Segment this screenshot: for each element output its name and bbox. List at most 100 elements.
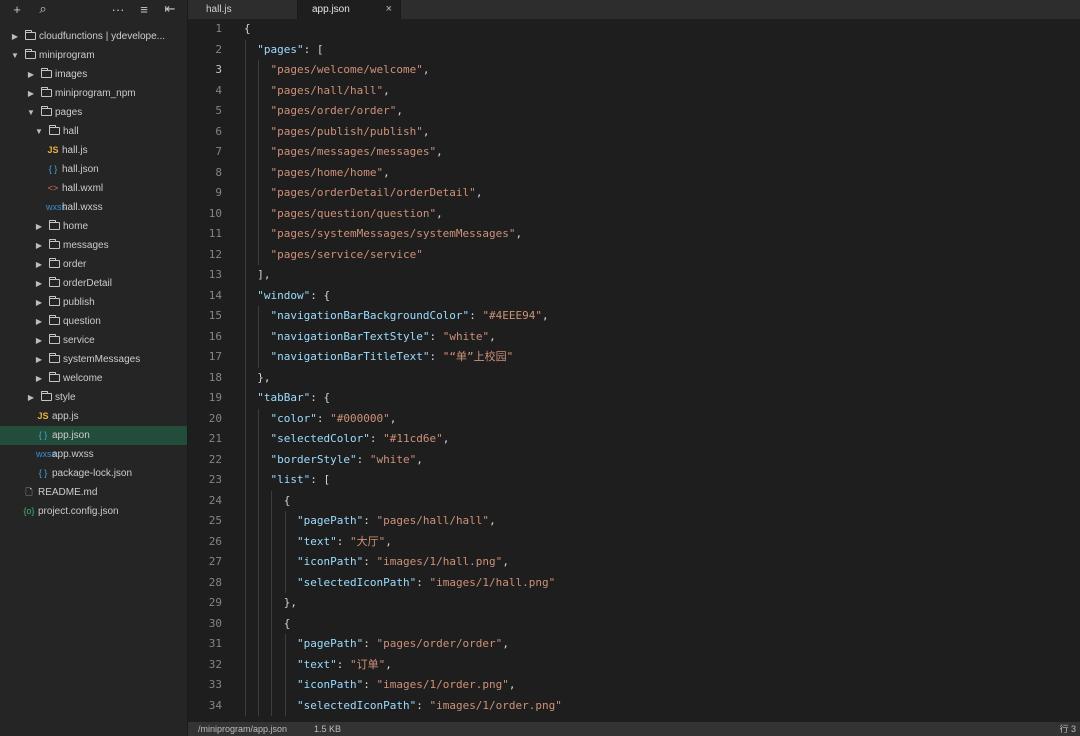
tree-item-label: messages xyxy=(63,240,109,251)
indent-guide xyxy=(258,306,260,368)
tree-item-label: hall.wxss xyxy=(62,202,103,213)
tree-item[interactable]: ▶ style xyxy=(0,388,187,407)
chevron-right-icon[interactable]: ▶ xyxy=(26,65,36,84)
code-text: "navigationBarTitleText": "“单”上校园" xyxy=(270,350,514,363)
line-number: 30 xyxy=(208,616,222,630)
line-number: 11 xyxy=(208,227,222,240)
chevron-right-icon[interactable]: ▶ xyxy=(34,217,44,236)
document-icon: 🗋 xyxy=(25,487,33,497)
tree-item[interactable]: JS app.js xyxy=(0,407,187,426)
tree-item[interactable]: ▶ images xyxy=(0,65,187,84)
tree-item-label: miniprogram_npm xyxy=(55,88,136,99)
tree-item[interactable]: <> hall.wxml xyxy=(0,179,187,198)
line-number: 15 xyxy=(208,309,222,322)
tab-hall-js[interactable]: hall.js xyxy=(188,0,298,19)
tree-item-label: project.config.json xyxy=(38,506,119,517)
tree-item[interactable]: 🗋 README.md xyxy=(0,483,187,502)
tree-item[interactable]: ▶ home xyxy=(0,217,187,236)
code-line: 20 "color": "#000000", xyxy=(188,409,1080,430)
tree-item[interactable]: ▼ hall xyxy=(0,122,187,141)
code-line: 7 "pages/messages/messages", xyxy=(188,142,1080,163)
tree-item-label: orderDetail xyxy=(63,278,112,289)
folder-icon xyxy=(47,312,61,331)
code-text: "pages/publish/publish", xyxy=(270,124,430,138)
chevron-right-icon[interactable]: ▶ xyxy=(26,84,36,103)
folder-icon xyxy=(39,65,53,84)
tree-item[interactable]: ▼ pages xyxy=(0,103,187,122)
code-text: "pages/systemMessages/systemMessages", xyxy=(270,227,523,240)
chevron-down-icon[interactable]: ▼ xyxy=(26,103,36,122)
line-number: 1 xyxy=(215,22,222,35)
tree-item[interactable]: ▶ cloudfunctions | ydevelope... xyxy=(0,27,187,46)
chevron-right-icon[interactable]: ▶ xyxy=(26,388,36,407)
chevron-right-icon[interactable]: ▶ xyxy=(34,312,44,331)
tree-item[interactable]: wxss hall.wxss xyxy=(0,198,187,217)
collapse-all-icon[interactable]: ≡ xyxy=(131,0,157,18)
tree-item-label: README.md xyxy=(38,487,98,498)
tree-item-label: images xyxy=(55,69,88,80)
tree-item-label: cloudfunctions | ydevelope... xyxy=(39,31,166,42)
chevron-right-icon[interactable]: ▶ xyxy=(34,274,44,293)
explorer-toolbar: + ⌕ ··· ≡ ⇤ xyxy=(0,0,187,18)
code-text: "pages/orderDetail/orderDetail", xyxy=(270,186,483,199)
line-number: 26 xyxy=(208,534,222,548)
tree-item[interactable]: { } app.json xyxy=(0,426,187,445)
code-line: 15 "navigationBarBackgroundColor": "#4EE… xyxy=(188,306,1080,327)
tree-item[interactable]: ▶ publish xyxy=(0,293,187,312)
line-number: 10 xyxy=(208,206,222,220)
tree-item[interactable]: ▶ messages xyxy=(0,236,187,255)
close-tab-icon[interactable]: × xyxy=(386,0,392,19)
line-number: 8 xyxy=(215,165,222,179)
tree-item[interactable]: {o} project.config.json xyxy=(0,502,187,521)
tree-item[interactable]: ▶ service xyxy=(0,331,187,350)
new-file-icon[interactable]: + xyxy=(4,0,30,18)
line-number: 14 xyxy=(208,288,222,302)
tree-item-label: service xyxy=(63,335,95,346)
tree-item[interactable]: ▶ systemMessages xyxy=(0,350,187,369)
tree-item[interactable]: ▶ question xyxy=(0,312,187,331)
status-cursor-position[interactable]: 行 3 xyxy=(1059,722,1076,736)
code-text: "navigationBarTextStyle": "white", xyxy=(270,329,496,343)
split-panel-icon[interactable]: ⇤ xyxy=(157,0,183,18)
code-text: "pages/messages/messages", xyxy=(270,145,443,158)
code-text: "pagePath": "pages/hall/hall", xyxy=(296,514,496,527)
code-text: { xyxy=(244,22,251,35)
code-editor[interactable]: 1{2 "pages": [3 "pages/welcome/welcome",… xyxy=(188,19,1080,722)
chevron-down-icon[interactable]: ▼ xyxy=(34,122,44,141)
chevron-right-icon[interactable]: ▶ xyxy=(34,331,44,350)
line-number: 20 xyxy=(208,411,222,425)
chevron-right-icon[interactable]: ▶ xyxy=(34,255,44,274)
tree-item[interactable]: { } hall.json xyxy=(0,160,187,179)
code-line: 8 "pages/home/home", xyxy=(188,163,1080,184)
search-icon[interactable]: ⌕ xyxy=(30,0,56,18)
chevron-right-icon[interactable]: ▶ xyxy=(34,369,44,388)
tree-item[interactable]: ▶ order xyxy=(0,255,187,274)
chevron-right-icon[interactable]: ▶ xyxy=(34,293,44,312)
json-file-icon: { } xyxy=(48,164,58,174)
chevron-right-icon[interactable]: ▶ xyxy=(10,27,20,46)
more-icon[interactable]: ··· xyxy=(105,0,131,18)
tree-item[interactable]: ▶ welcome xyxy=(0,369,187,388)
tree-item[interactable]: wxss app.wxss xyxy=(0,445,187,464)
tree-item[interactable]: ▶ miniprogram_npm xyxy=(0,84,187,103)
tab-app-json[interactable]: app.json × xyxy=(298,0,401,19)
line-number: 29 xyxy=(208,596,222,609)
code-line: 13 ], xyxy=(188,265,1080,286)
line-number: 24 xyxy=(208,493,222,507)
line-number: 27 xyxy=(208,555,222,568)
tree-item[interactable]: JS hall.js xyxy=(0,141,187,160)
tree-item-label: publish xyxy=(63,297,95,308)
chevron-right-icon[interactable]: ▶ xyxy=(34,236,44,255)
tab-label: hall.js xyxy=(206,4,232,15)
tree-item[interactable]: ▶ orderDetail xyxy=(0,274,187,293)
code-line: 16 "navigationBarTextStyle": "white", xyxy=(188,327,1080,348)
code-text: { xyxy=(244,616,291,630)
chevron-down-icon[interactable]: ▼ xyxy=(10,46,20,65)
tree-item[interactable]: ▼ miniprogram xyxy=(0,46,187,65)
tree-item-label: app.json xyxy=(52,430,90,441)
code-line: 6 "pages/publish/publish", xyxy=(188,122,1080,143)
folder-open-icon xyxy=(47,122,61,141)
chevron-right-icon[interactable]: ▶ xyxy=(34,350,44,369)
line-number: 12 xyxy=(208,247,222,261)
tree-item[interactable]: { } package-lock.json xyxy=(0,464,187,483)
